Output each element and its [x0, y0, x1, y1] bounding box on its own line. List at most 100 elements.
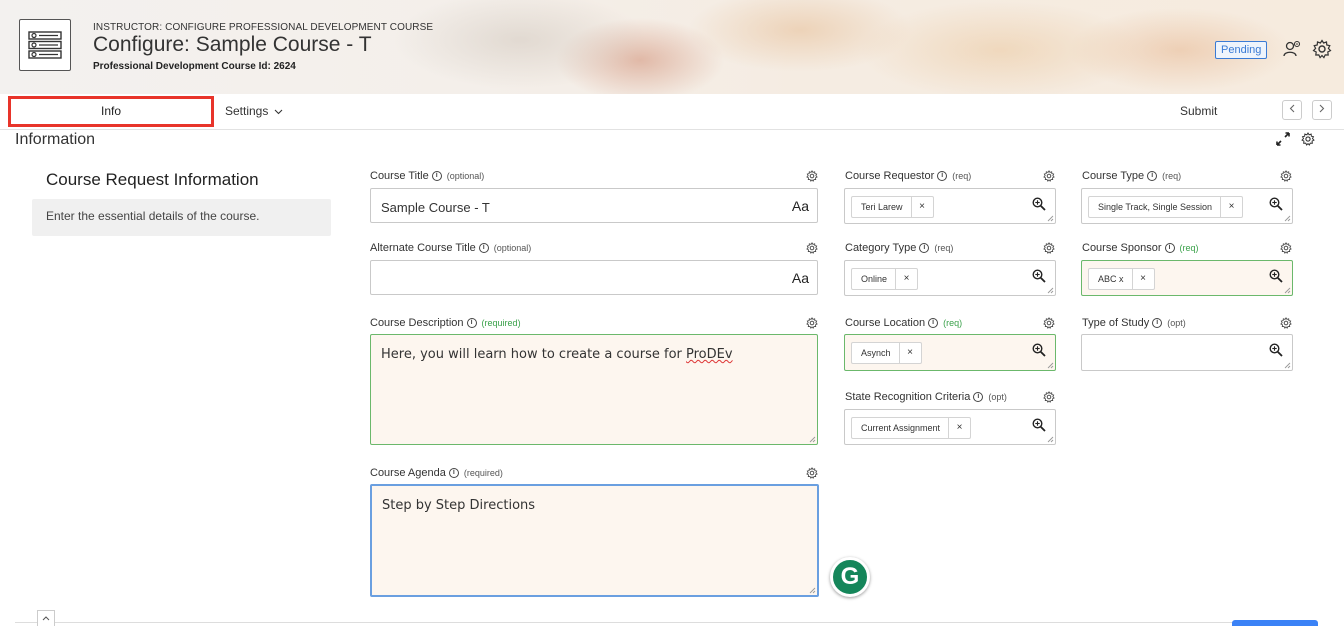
alt-title-label: Alternate Course Title i (optional): [370, 242, 532, 254]
resize-handle-icon[interactable]: [1284, 287, 1291, 294]
info-icon[interactable]: i: [466, 318, 477, 328]
info-icon[interactable]: i: [448, 468, 459, 478]
sidebar-title: Course Request Information: [46, 170, 259, 189]
next-button[interactable]: [1312, 100, 1332, 120]
user-gear-icon[interactable]: [1281, 38, 1303, 60]
info-icon[interactable]: i: [1164, 243, 1175, 253]
info-icon[interactable]: i: [937, 171, 948, 181]
agenda-label: Course Agenda i (required): [370, 467, 503, 479]
alt-title-input[interactable]: Aa: [370, 260, 818, 295]
header-eyebrow: INSTRUCTOR: CONFIGURE PROFESSIONAL DEVEL…: [93, 22, 434, 33]
expand-icon[interactable]: [1276, 132, 1290, 151]
collapse-button[interactable]: [37, 610, 55, 626]
course-type-label: Course Type i (req): [1082, 170, 1182, 182]
field-gear-icon[interactable]: [1043, 317, 1055, 329]
magnify-plus-icon[interactable]: [1032, 269, 1046, 283]
tab-bar: Info Settings Submit: [0, 94, 1344, 130]
info-icon[interactable]: i: [928, 318, 939, 328]
remove-chip-icon[interactable]: ×: [895, 268, 917, 290]
magnify-plus-icon[interactable]: [1269, 269, 1283, 283]
sponsor-label: Course Sponsor i (req): [1082, 242, 1199, 254]
study-type-picker[interactable]: [1081, 334, 1293, 371]
requestor-picker[interactable]: Teri Larew ×: [844, 188, 1056, 224]
resize-handle-icon[interactable]: [1047, 362, 1054, 369]
bottom-divider: [15, 622, 1315, 623]
resize-handle-icon[interactable]: [1047, 436, 1054, 443]
field-gear-icon[interactable]: [1043, 242, 1055, 254]
field-gear-icon[interactable]: [1280, 317, 1292, 329]
list-settings-icon: [19, 19, 71, 71]
field-gear-icon[interactable]: [806, 242, 818, 254]
resize-handle-icon[interactable]: [1047, 215, 1054, 222]
field-gear-icon[interactable]: [1043, 170, 1055, 182]
resize-handle-icon[interactable]: [809, 436, 816, 443]
tab-info[interactable]: Info: [8, 96, 214, 127]
category-chip: Online ×: [851, 268, 919, 290]
study-type-label: Type of Study i (opt): [1082, 317, 1186, 329]
field-gear-icon[interactable]: [806, 170, 818, 182]
tab-settings-label: Settings: [225, 104, 269, 118]
course-id: Professional Development Course Id: 2624: [93, 61, 296, 72]
section-gear-icon[interactable]: [1301, 132, 1315, 151]
remove-chip-icon[interactable]: ×: [910, 196, 933, 218]
field-gear-icon[interactable]: [806, 467, 818, 479]
info-icon[interactable]: i: [973, 392, 984, 402]
remove-chip-icon[interactable]: ×: [898, 342, 921, 364]
resize-handle-icon[interactable]: [1284, 362, 1291, 369]
requestor-chip: Teri Larew ×: [851, 196, 934, 218]
text-format-icon[interactable]: Aa: [792, 198, 809, 214]
location-chip: Asynch ×: [851, 342, 922, 364]
magnify-plus-icon[interactable]: [1032, 197, 1046, 211]
requestor-label: Course Requestor i (req): [845, 170, 972, 182]
prev-button[interactable]: [1282, 100, 1302, 120]
sponsor-picker[interactable]: ABC x ×: [1081, 260, 1293, 296]
course-title-input[interactable]: Sample Course - T Aa: [370, 188, 818, 223]
resize-handle-icon[interactable]: [1284, 215, 1291, 222]
category-label: Category Type i (req): [845, 242, 954, 254]
chevron-right-icon: [1319, 104, 1325, 113]
recognition-chip: Current Assignment ×: [851, 417, 972, 439]
magnify-plus-icon[interactable]: [1032, 418, 1046, 432]
remove-chip-icon[interactable]: ×: [1131, 268, 1154, 290]
field-gear-icon[interactable]: [806, 317, 818, 329]
info-icon[interactable]: i: [919, 243, 930, 253]
magnify-plus-icon[interactable]: [1269, 343, 1283, 357]
info-icon[interactable]: i: [1147, 171, 1158, 181]
description-label: Course Description i (required): [370, 317, 521, 329]
tab-settings[interactable]: Settings: [225, 104, 283, 118]
field-gear-icon[interactable]: [1280, 170, 1292, 182]
remove-chip-icon[interactable]: ×: [948, 417, 970, 439]
grammarly-icon[interactable]: G: [830, 557, 870, 597]
recognition-label: State Recognition Criteria i (opt): [845, 391, 1007, 403]
agenda-textarea[interactable]: Step by Step Directions: [370, 484, 819, 597]
sidebar-description: Enter the essential details of the cours…: [32, 199, 331, 236]
submit-button[interactable]: Submit: [1180, 104, 1217, 118]
course-title-label: Course Title i (optional): [370, 170, 485, 182]
recognition-picker[interactable]: Current Assignment ×: [844, 409, 1056, 445]
description-textarea[interactable]: Here, you will learn how to create a cou…: [370, 334, 818, 445]
location-label: Course Location i (req): [845, 317, 963, 329]
field-gear-icon[interactable]: [1043, 391, 1055, 403]
page-title: Configure: Sample Course - T: [93, 33, 372, 56]
field-gear-icon[interactable]: [1280, 242, 1292, 254]
magnify-plus-icon[interactable]: [1269, 197, 1283, 211]
page-header: INSTRUCTOR: CONFIGURE PROFESSIONAL DEVEL…: [0, 0, 1344, 94]
status-badge: Pending: [1215, 41, 1268, 59]
course-type-picker[interactable]: Single Track, Single Session ×: [1081, 188, 1293, 224]
category-picker[interactable]: Online ×: [844, 260, 1056, 296]
section-heading: Information: [15, 131, 96, 148]
info-icon[interactable]: i: [1152, 318, 1163, 328]
chevron-up-icon: [42, 616, 50, 621]
info-icon[interactable]: i: [478, 243, 489, 253]
course-type-chip: Single Track, Single Session ×: [1088, 196, 1244, 218]
sponsor-chip: ABC x ×: [1088, 268, 1155, 290]
text-format-icon[interactable]: Aa: [792, 270, 809, 286]
bottom-action-tab[interactable]: [1232, 620, 1318, 626]
location-picker[interactable]: Asynch ×: [844, 334, 1056, 371]
remove-chip-icon[interactable]: ×: [1220, 196, 1242, 218]
magnify-plus-icon[interactable]: [1032, 343, 1046, 357]
resize-handle-icon[interactable]: [1047, 287, 1054, 294]
resize-handle-icon[interactable]: [809, 587, 816, 594]
info-icon[interactable]: i: [431, 171, 442, 181]
gear-icon[interactable]: [1311, 38, 1333, 60]
